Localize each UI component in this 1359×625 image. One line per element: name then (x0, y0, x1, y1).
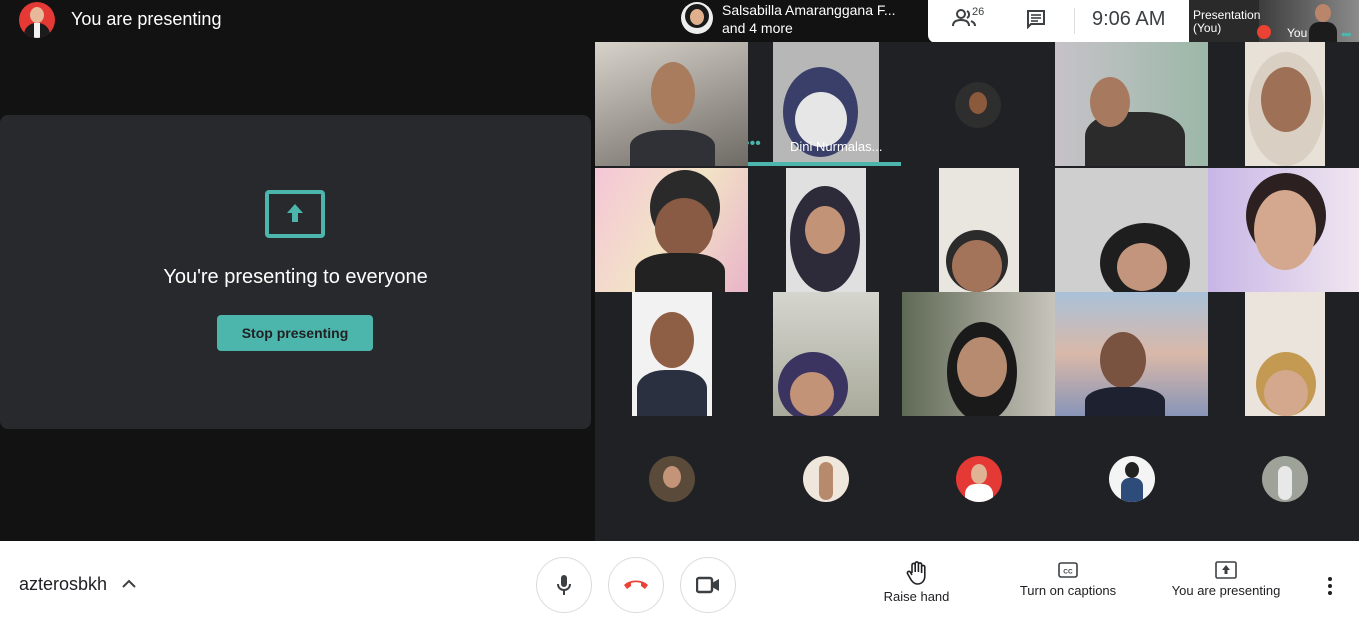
participant-tile[interactable] (902, 416, 1055, 540)
captions-button[interactable]: CC Turn on captions (1012, 561, 1124, 598)
microphone-icon (557, 575, 571, 595)
participant-tile[interactable] (595, 292, 748, 416)
participant-tile[interactable] (902, 292, 1055, 416)
present-now-button[interactable]: You are presenting (1166, 561, 1286, 598)
participant-tile[interactable] (1208, 42, 1359, 166)
meet-window: You are presenting You're presenting to … (0, 0, 1359, 625)
mic-off-icon (1257, 25, 1271, 39)
speaker-more: and 4 more (722, 20, 793, 36)
meeting-details-label[interactable]: azterosbkh (19, 574, 107, 595)
more-options-button[interactable] (1320, 575, 1340, 597)
participant-tile[interactable] (595, 416, 748, 540)
avatar (803, 456, 849, 502)
avatar (1109, 456, 1155, 502)
participant-tile[interactable] (1208, 416, 1359, 540)
participant-tile[interactable] (902, 42, 1055, 166)
participant-tile-active[interactable]: ••• Dini Nurmalas... (748, 42, 902, 166)
camera-icon (696, 576, 719, 594)
svg-text:CC: CC (1063, 569, 1073, 576)
participant-tile[interactable] (1208, 168, 1359, 292)
active-speaker-chip[interactable]: Salsabilla Amaranggana F... and 4 more (675, 0, 928, 42)
divider (1074, 8, 1075, 34)
avatar (955, 82, 1001, 128)
participant-tile[interactable] (595, 42, 748, 166)
page-title: You are presenting (71, 9, 222, 29)
presenting-label: You are presenting (1171, 583, 1281, 598)
participant-tile[interactable] (1055, 168, 1208, 292)
participant-tile[interactable] (902, 168, 1055, 292)
hang-up-icon (624, 580, 648, 589)
people-count-badge: 26 (972, 6, 985, 18)
self-tile-label: Presentation (You) (1193, 9, 1260, 35)
avatar (1262, 456, 1308, 502)
self-tile-label-line2: (You) (1193, 21, 1222, 35)
captions-label: Turn on captions (1019, 583, 1117, 598)
leave-call-button[interactable] (608, 557, 664, 613)
participant-tile[interactable] (748, 292, 902, 416)
clock: 9:06 AM (1092, 8, 1166, 30)
more-options-icon[interactable]: ••• (1341, 26, 1352, 42)
camera-button[interactable] (680, 557, 736, 613)
microphone-button[interactable] (536, 557, 592, 613)
participant-tile[interactable] (748, 416, 902, 540)
participant-grid: ••• Dini Nurmalas... (595, 42, 1359, 541)
participant-tile[interactable] (1055, 416, 1208, 540)
hand-icon (906, 561, 926, 585)
more-vert-icon (1328, 577, 1332, 595)
raise-hand-label: Raise hand (883, 589, 950, 604)
presenting-panel: You're presenting to everyone Stop prese… (0, 115, 591, 429)
avatar[interactable] (19, 2, 55, 38)
presenting-message: You're presenting to everyone (163, 266, 428, 288)
participant-tile[interactable] (1208, 292, 1359, 416)
self-presentation-tile[interactable]: Presentation (You) You ••• (1189, 0, 1359, 42)
self-tile-you: You (1287, 26, 1308, 40)
participant-tile[interactable] (748, 168, 902, 292)
captions-icon: CC (1058, 562, 1078, 578)
bottom-toolbar: azterosbkh Raise hand CC Turn on caption… (0, 541, 1359, 625)
participant-tile[interactable] (595, 168, 748, 292)
present-screen-icon (1215, 561, 1237, 579)
stop-presenting-button[interactable]: Stop presenting (217, 315, 373, 351)
avatar (649, 456, 695, 502)
top-info-bar: 26 9:06 AM (928, 0, 1189, 43)
avatar (956, 456, 1002, 502)
speaking-icon: ••• (748, 135, 761, 152)
avatar (681, 2, 713, 34)
participant-tile[interactable] (1055, 292, 1208, 416)
participant-name: Dini Nurmalas... (790, 139, 883, 154)
present-screen-icon (265, 190, 325, 238)
speaker-name: Salsabilla Amaranggana F... (722, 2, 896, 18)
active-speaker-border (748, 162, 901, 166)
raise-hand-button[interactable]: Raise hand (873, 561, 960, 604)
chat-icon[interactable] (1026, 9, 1046, 34)
chevron-up-icon[interactable] (121, 577, 137, 595)
presenting-header: You are presenting (0, 0, 595, 42)
self-tile-label-line1: Presentation (1193, 8, 1261, 22)
participant-tile[interactable] (1055, 42, 1208, 166)
